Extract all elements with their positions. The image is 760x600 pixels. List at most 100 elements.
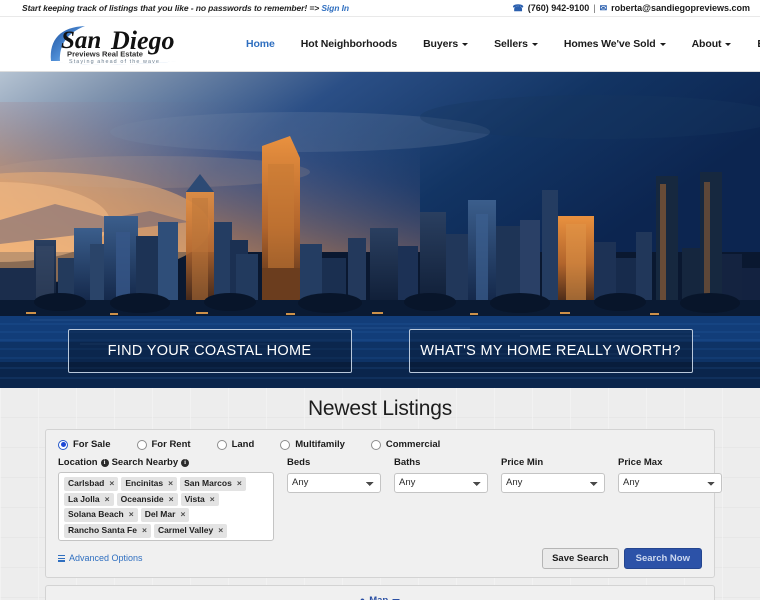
nav-label: Sellers — [494, 38, 528, 50]
location-tag[interactable]: Del Mar × — [140, 508, 190, 522]
radio-label: Multifamily — [295, 439, 345, 450]
price-min-label: Price Min — [501, 457, 544, 468]
nav-item-blog[interactable]: Blog — [744, 38, 760, 50]
remove-tag-icon[interactable]: × — [105, 494, 110, 505]
radio-option-for-sale[interactable]: For Sale — [58, 439, 111, 450]
radio-option-land[interactable]: Land — [216, 439, 254, 450]
radio-option-commercial[interactable]: Commercial — [370, 439, 440, 450]
beds-label: Beds — [287, 457, 311, 468]
advanced-options-link[interactable]: Advanced Options — [58, 553, 143, 563]
contact-separator: | — [593, 3, 596, 13]
tag-label: San Marcos — [184, 478, 232, 488]
chevron-down-icon — [531, 43, 538, 46]
location-tag[interactable]: Carlsbad × — [64, 477, 119, 491]
location-tag[interactable]: Rancho Santa Fe × — [64, 523, 151, 538]
search-now-button[interactable]: Search Now — [623, 547, 702, 569]
main-navigation: Home Hot Neighborhoods Buyers Sellers Ho… — [233, 38, 760, 50]
email-address[interactable]: roberta@sandiegopreviews.com — [611, 3, 750, 13]
envelope-icon: ✉ — [599, 2, 608, 13]
location-tag-input[interactable]: Carlsbad × Encinitas × San Marcos × La J… — [58, 472, 274, 541]
remove-tag-icon[interactable]: × — [142, 525, 147, 536]
chevron-down-icon — [725, 43, 732, 46]
phone-icon: ☎ — [512, 2, 524, 13]
site-logo[interactable]: San Diego Previews Real Estate Staying a… — [45, 21, 195, 67]
remove-tag-icon[interactable]: × — [169, 494, 174, 505]
map-toggle-label: Map — [369, 594, 389, 600]
tag-label: Carlsbad — [68, 478, 105, 488]
nav-label: Buyers — [423, 38, 459, 50]
tag-label: Encinitas — [125, 478, 164, 488]
utility-bar: Start keeping track of listings that you… — [0, 0, 760, 17]
find-coastal-home-button[interactable]: FIND YOUR COASTAL HOME — [67, 329, 352, 373]
tag-label: Carmel Valley — [157, 524, 214, 535]
radio-option-for-rent[interactable]: For Rent — [136, 439, 191, 450]
nav-label: Home — [246, 38, 275, 50]
location-tag[interactable]: Carmel Valley × — [153, 523, 228, 538]
location-field: Location i Search Nearby i Carlsbad × En… — [58, 457, 274, 541]
remove-tag-icon[interactable]: × — [109, 478, 114, 489]
info-circle-icon[interactable]: i — [181, 458, 190, 467]
radio-label: For Rent — [151, 439, 191, 450]
sign-in-link[interactable]: Sign In — [321, 3, 349, 13]
baths-select[interactable]: Any — [394, 472, 488, 493]
map-toggle-bar[interactable]: ● Map — [45, 585, 715, 600]
home-value-button[interactable]: WHAT'S MY HOME REALLY WORTH? — [408, 329, 693, 373]
beds-field: Beds Any — [287, 457, 381, 493]
remove-tag-icon[interactable]: × — [129, 509, 134, 520]
tag-label: Solana Beach — [68, 509, 124, 520]
nav-label: Hot Neighborhoods — [300, 38, 398, 50]
radio-for-sale[interactable] — [58, 439, 68, 450]
tag-label: Rancho Santa Fe — [68, 524, 137, 535]
beds-select[interactable]: Any — [287, 472, 381, 493]
nav-item-about[interactable]: About — [679, 38, 745, 50]
property-search-panel: For Sale For Rent Land Multifamily Comme… — [45, 429, 722, 578]
baths-label: Baths — [394, 457, 421, 468]
radio-option-multifamily[interactable]: Multifamily — [280, 439, 345, 450]
phone-number[interactable]: (760) 942-9100 — [528, 3, 590, 13]
nav-item-hot-neighborhoods[interactable]: Hot Neighborhoods — [288, 38, 410, 50]
page-title: Newest Listings — [307, 397, 453, 420]
location-tag[interactable]: La Jolla × — [64, 492, 114, 507]
utility-contact: ☎ (760) 942-9100 | ✉ roberta@sandiegopre… — [513, 3, 750, 14]
search-panel-footer: Advanced Options Save Search Search Now — [58, 547, 702, 569]
info-circle-icon[interactable]: i — [100, 458, 109, 467]
baths-field: Baths Any — [394, 457, 488, 493]
search-nearby-label[interactable]: Search Nearby — [112, 457, 179, 468]
chevron-down-icon — [462, 43, 469, 46]
remove-tag-icon[interactable]: × — [218, 525, 223, 536]
location-tag[interactable]: Vista × — [180, 492, 219, 507]
nav-item-sellers[interactable]: Sellers — [481, 38, 551, 50]
price-min-select[interactable]: Any — [501, 472, 605, 493]
remove-tag-icon[interactable]: × — [168, 478, 173, 489]
location-tag[interactable]: San Marcos × — [180, 477, 246, 491]
tag-label: Del Mar — [144, 509, 176, 520]
remove-tag-icon[interactable]: × — [180, 509, 185, 520]
price-max-label: Price Max — [618, 457, 663, 468]
property-type-radio-group: For Sale For Rent Land Multifamily Comme… — [58, 439, 702, 450]
remove-tag-icon[interactable]: × — [210, 494, 215, 505]
search-fields-row: Location i Search Nearby i Carlsbad × En… — [58, 457, 722, 541]
location-tag[interactable]: Oceanside × — [116, 492, 178, 507]
chevron-down-icon — [659, 43, 666, 46]
map-pin-icon: ● — [359, 595, 366, 600]
save-search-button[interactable]: Save Search — [542, 547, 619, 569]
location-label: Location — [58, 457, 98, 468]
nav-item-buyers[interactable]: Buyers — [410, 38, 481, 50]
radio-multifamily[interactable] — [280, 439, 291, 450]
svg-text:Staying ahead of the wave: Staying ahead of the wave — [69, 59, 160, 65]
nav-item-home[interactable]: Home — [233, 38, 288, 50]
radio-land[interactable] — [216, 439, 227, 450]
price-max-select[interactable]: Any — [618, 472, 722, 493]
newest-listings-section: Newest Listings For Sale For Rent Land M… — [0, 388, 760, 600]
location-tag[interactable]: Encinitas × — [121, 477, 178, 491]
remove-tag-icon[interactable]: × — [237, 478, 242, 489]
location-tag[interactable]: Solana Beach × — [64, 508, 138, 522]
tag-label: Vista — [184, 493, 205, 504]
utility-message: Start keeping track of listings that you… — [22, 3, 349, 13]
hero-banner: FIND YOUR COASTAL HOME WHAT'S MY HOME RE… — [0, 72, 760, 388]
nav-label: About — [691, 38, 722, 50]
radio-commercial[interactable] — [370, 439, 381, 450]
price-min-field: Price Min Any — [501, 457, 605, 493]
nav-item-homes-weve-sold[interactable]: Homes We've Sold — [551, 38, 679, 50]
radio-for-rent[interactable] — [136, 439, 147, 450]
